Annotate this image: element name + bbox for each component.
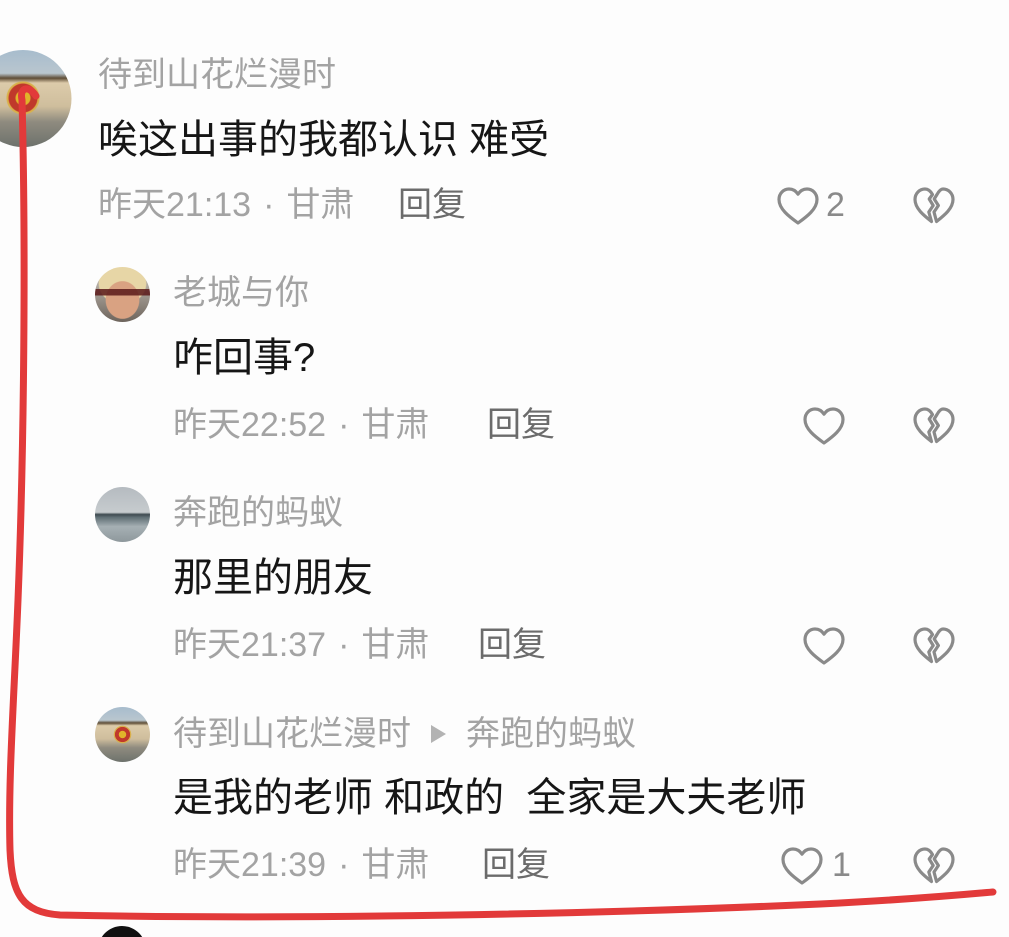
reply-time: 昨天22:52 — [173, 406, 327, 444]
reply-meta: 昨天22:52 · 甘肃 — [173, 405, 429, 445]
comment-text[interactable]: 唉这出事的我都认识 难受 — [98, 116, 549, 164]
like-count: 2 — [826, 186, 845, 224]
heart-outline-icon — [780, 846, 824, 886]
reply-text[interactable]: 是我的老师 和政的 全家是大夫老师 — [173, 774, 806, 822]
heart-outline-icon — [802, 406, 846, 446]
comment-username[interactable]: 待到山花烂漫时 — [98, 55, 336, 95]
like-button[interactable] — [802, 626, 846, 666]
comment-thread-screen: 待到山花烂漫时 唉这出事的我都认识 难受 昨天21:13 · 甘肃 回复 2 老城与… — [0, 0, 1009, 937]
reply-time: 昨天21:37 — [173, 626, 327, 664]
reply-time: 昨天21:39 — [173, 846, 327, 884]
reply-meta: 昨天21:39 · 甘肃 — [173, 845, 429, 885]
meta-separator: · — [263, 186, 275, 224]
reply-text[interactable]: 咋回事? — [173, 334, 315, 382]
reply-button[interactable]: 回复 — [482, 845, 550, 885]
broken-heart-icon — [912, 186, 956, 226]
like-button[interactable] — [776, 186, 820, 226]
dislike-button[interactable] — [912, 626, 956, 666]
like-button[interactable] — [780, 846, 824, 886]
reply-to-username[interactable]: 奔跑的蚂蚁 — [466, 714, 636, 754]
reply-button[interactable]: 回复 — [398, 185, 466, 225]
broken-heart-icon — [912, 626, 956, 666]
like-count: 1 — [832, 846, 851, 884]
reply-username[interactable]: 奔跑的蚂蚁 — [173, 493, 343, 533]
reply-location: 甘肃 — [361, 626, 430, 664]
reply-username[interactable]: 待到山花烂漫时 — [173, 714, 411, 754]
heart-outline-icon — [802, 626, 846, 666]
meta-separator: · — [338, 846, 350, 884]
avatar[interactable] — [95, 267, 150, 322]
reply-location: 甘肃 — [361, 846, 430, 884]
dislike-button[interactable] — [912, 186, 956, 226]
dislike-button[interactable] — [912, 846, 956, 886]
avatar[interactable] — [0, 50, 72, 147]
meta-separator: · — [338, 626, 350, 664]
broken-heart-icon — [912, 846, 956, 886]
play-triangle-icon — [431, 725, 446, 743]
comment-meta: 昨天21:13 · 甘肃 — [98, 185, 354, 225]
avatar[interactable] — [98, 926, 146, 937]
reply-username[interactable]: 老城与你 — [173, 273, 309, 313]
comment-location: 甘肃 — [286, 186, 355, 224]
comment-time: 昨天21:13 — [98, 186, 252, 224]
avatar[interactable] — [95, 487, 150, 542]
reply-meta: 昨天21:37 · 甘肃 — [173, 625, 429, 665]
reply-location: 甘肃 — [361, 406, 430, 444]
dislike-button[interactable] — [912, 406, 956, 446]
meta-separator: · — [338, 406, 350, 444]
reply-text[interactable]: 那里的朋友 — [173, 554, 373, 602]
heart-outline-icon — [776, 186, 820, 226]
reply-username-row: 待到山花烂漫时 奔跑的蚂蚁 — [173, 714, 636, 754]
reply-button[interactable]: 回复 — [487, 405, 555, 445]
avatar[interactable] — [95, 707, 150, 762]
like-button[interactable] — [802, 406, 846, 446]
reply-button[interactable]: 回复 — [478, 625, 546, 665]
broken-heart-icon — [912, 406, 956, 446]
